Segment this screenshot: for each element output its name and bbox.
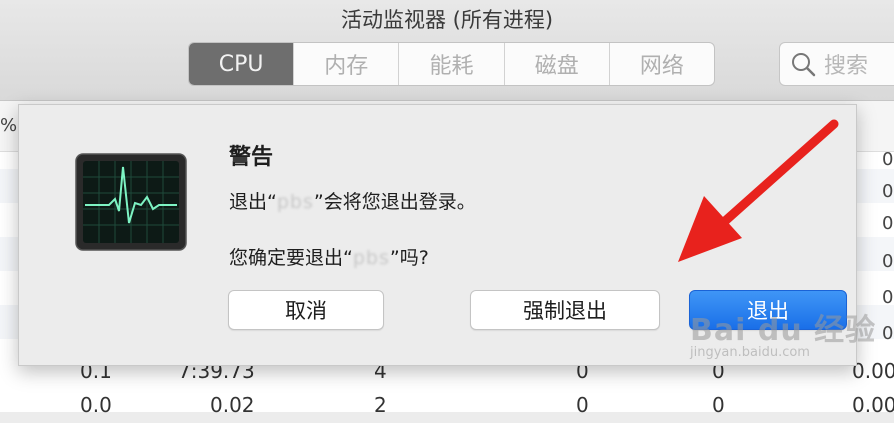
dialog-question: 您确定要退出“pbs”吗? (229, 243, 429, 270)
redacted-app-name: pbs (276, 191, 314, 213)
cell-idle-wake: 0 (576, 393, 589, 417)
tab-energy[interactable]: 能耗 (399, 43, 505, 85)
cell-value: 0 (882, 181, 894, 202)
message-prefix: 退出“ (229, 191, 277, 213)
cell-extra: 0.00 (852, 393, 894, 417)
cell-value: 0 (882, 323, 894, 344)
tab-network[interactable]: 网络 (610, 43, 714, 85)
cell-threads: 2 (374, 393, 387, 417)
column-header-percent: % (0, 115, 18, 136)
cell-value: 0 (882, 251, 894, 272)
cancel-button[interactable]: 取消 (228, 290, 384, 330)
message-suffix: ”会将您退出登录。 (313, 191, 476, 213)
tab-cpu[interactable]: CPU (189, 43, 295, 85)
search-field[interactable]: 搜索 (779, 42, 894, 86)
dialog-message: 退出“pbs”会将您退出登录。 (229, 187, 476, 214)
search-icon (792, 53, 816, 77)
tab-disk[interactable]: 磁盘 (505, 43, 610, 85)
force-quit-button[interactable]: 强制退出 (470, 290, 660, 330)
search-placeholder: 搜索 (824, 54, 869, 79)
redacted-app-name: pbs (352, 247, 390, 269)
cell-value: 0 (882, 287, 894, 308)
cell-value: 0 (882, 149, 894, 170)
cell-value: 0 (882, 213, 894, 234)
cell-pid: 0 (712, 393, 725, 417)
activity-monitor-icon (75, 153, 187, 251)
question-prefix: 您确定要退出“ (229, 247, 353, 269)
cell-extra: 0.00 (852, 359, 894, 383)
question-suffix: ”吗? (389, 247, 429, 269)
watermark-logo: Bai du 经验 jingyan.baidu.com (690, 305, 876, 360)
dialog-title: 警告 (229, 145, 274, 170)
tab-memory[interactable]: 内存 (294, 43, 400, 85)
cell-cpu: 0.0 (80, 393, 112, 417)
watermark-main: Bai du 经验 (690, 313, 877, 348)
tab-bar: CPU 内存 能耗 磁盘 网络 (188, 42, 715, 86)
table-row[interactable]: 0.0 0.02 2 0 0 0.00 (0, 389, 894, 423)
window-title: 活动监视器 (所有进程) (340, 8, 554, 32)
toolbar: 活动监视器 (所有进程) CPU 内存 能耗 磁盘 网络 搜索 (0, 0, 894, 101)
cell-cpu-time: 0.02 (210, 393, 255, 417)
